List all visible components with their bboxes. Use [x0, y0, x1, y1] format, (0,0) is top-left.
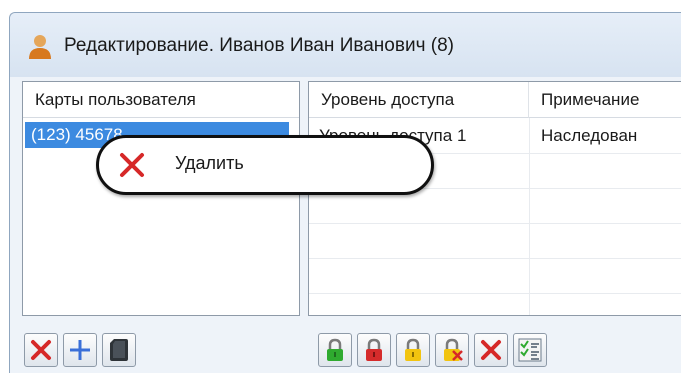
delete-card-button[interactable]	[24, 333, 58, 367]
checklist-icon	[518, 338, 542, 362]
card-reader-button[interactable]	[102, 333, 136, 367]
row-divider	[309, 258, 681, 259]
yellow-lock-icon	[405, 338, 421, 361]
title-bar: Редактирование. Иванов Иван Иванович (8)	[10, 13, 681, 77]
add-card-button[interactable]	[63, 333, 97, 367]
delete-access-level-button[interactable]	[474, 333, 508, 367]
window-title: Редактирование. Иванов Иван Иванович (8)	[64, 35, 454, 56]
delete-x-icon	[120, 153, 144, 177]
delete-x-icon	[481, 340, 501, 360]
column-divider	[529, 118, 530, 315]
checklist-button[interactable]	[513, 333, 547, 367]
context-menu: Удалить	[96, 135, 434, 195]
deny-access-button[interactable]	[357, 333, 391, 367]
access-levels-panel[interactable]: Уровень доступа Примечание Уровень досту…	[308, 81, 681, 316]
note-cell[interactable]: Наследован	[541, 126, 637, 146]
column-header-user-cards[interactable]: Карты пользователя	[23, 82, 299, 118]
add-plus-icon	[70, 340, 90, 360]
row-divider	[309, 223, 681, 224]
remove-access-button[interactable]	[435, 333, 469, 367]
delete-x-icon	[31, 340, 51, 360]
card-reader-icon	[110, 339, 128, 361]
context-menu-delete-item[interactable]: Удалить	[175, 153, 244, 174]
conditional-access-button[interactable]	[396, 333, 430, 367]
row-divider	[309, 293, 681, 294]
red-lock-icon	[366, 338, 382, 361]
user-cards-panel[interactable]: Карты пользователя (123) 45678	[22, 81, 300, 316]
column-header-note[interactable]: Примечание	[529, 82, 681, 118]
column-header-access-level[interactable]: Уровень доступа	[309, 82, 529, 118]
lock-remove-icon	[444, 338, 463, 361]
grant-access-button[interactable]	[318, 333, 352, 367]
user-icon	[29, 35, 51, 59]
green-lock-icon	[327, 338, 343, 361]
